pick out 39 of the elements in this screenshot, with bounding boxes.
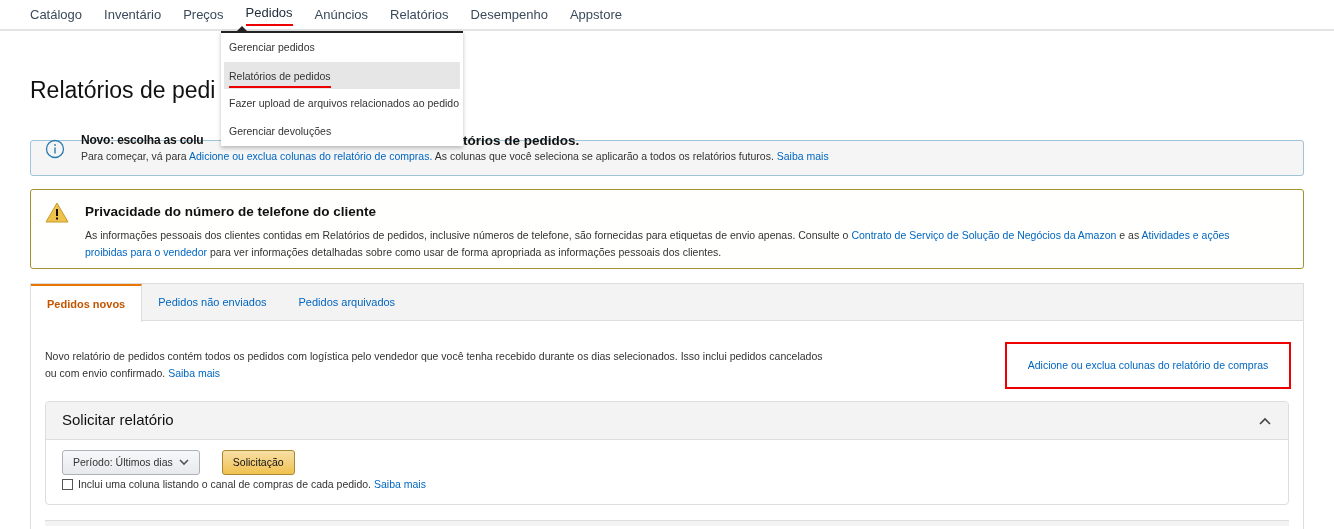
- learn-more-link[interactable]: Saiba mais: [776, 150, 829, 162]
- nav-tab[interactable]: Catálogo: [30, 4, 83, 25]
- report-tab[interactable]: Pedidos novos: [31, 284, 143, 322]
- report-tab[interactable]: Pedidos arquivados: [282, 284, 412, 321]
- menu-item[interactable]: Gerenciar devoluções: [224, 118, 460, 145]
- prohibited-activities-link[interactable]: proibidas para o vendedor: [85, 246, 207, 259]
- page-title: Relatórios de pedi: [30, 76, 216, 103]
- period-dropdown[interactable]: Período: Últimos dias: [62, 450, 200, 475]
- nav-tab[interactable]: Relatórios: [390, 4, 449, 25]
- columns-link[interactable]: Adicione ou exclua colunas do relatório de compras.: [189, 150, 433, 162]
- request-button[interactable]: Solicitação: [221, 450, 295, 475]
- checkbox-label: Inclui uma coluna listando o canal de compras de cada pedido. Saiba mais: [78, 477, 426, 492]
- nav-tab[interactable]: Preços: [183, 4, 224, 25]
- info-icon: [45, 139, 65, 159]
- nav-tab[interactable]: Appstore: [569, 4, 622, 25]
- description-text: Novo relatório de pedidos contém todos os pedidos com logística pelo vendedor que você tenha recebido durante os dias selecionados. Isso inclui pedidos cancelados ou com envio confirmado. Saiba mais: [45, 349, 824, 381]
- nav-tab[interactable]: Desempenho: [470, 4, 548, 25]
- warning-icon: [45, 202, 69, 223]
- channel-checkbox[interactable]: [62, 479, 73, 491]
- warning-title: Privacidade do número de telefone do cliente: [85, 203, 378, 221]
- nav-tab[interactable]: Anúncios: [314, 4, 369, 25]
- agreement-link[interactable]: Contrato de Serviço de Solução de Negócios da Amazon: [851, 229, 1117, 242]
- warning-text: As informações pessoais dos clientes contidas em Relatórios de pedidos, inclusive números de telefone, são fornecidas para etiquetas de envio apenas. Consulte o Contrato de Serviço de Solução de Negócios da Amazon e as Atividades e ações proibidas para o vendedor para ver informações detalhadas sobre como usar de forma apropriada as informações pessoais dos clientes.: [85, 228, 1231, 261]
- nav-tab[interactable]: Inventário: [104, 4, 162, 25]
- report-tab[interactable]: Pedidos não enviados: [142, 284, 283, 321]
- banner-text: Para começar, vá para Adicione ou exclua colunas do relatório de compras. As colunas que você seleciona se aplicarão a todos os relatórios futuros. Saiba mais: [81, 149, 829, 164]
- panel-title: Solicitar relatório: [62, 410, 174, 431]
- learn-more-link[interactable]: Saiba mais: [168, 367, 221, 379]
- prohibited-activities-link[interactable]: Atividades e ações: [1141, 229, 1230, 242]
- chevron-down-icon: [178, 459, 189, 466]
- menu-item[interactable]: Fazer upload de arquivos relacionados ao pedido: [224, 90, 460, 117]
- banner-title: Novo: escolha as colu: [81, 132, 204, 143]
- nav-tab[interactable]: Pedidos: [245, 3, 293, 26]
- banner-title: tórios de pedidos.: [463, 132, 580, 150]
- columns-link[interactable]: Adicione ou exclua colunas do relatório de compras: [1027, 357, 1269, 374]
- menu-item[interactable]: Relatórios de pedidos: [224, 62, 460, 89]
- collapse-icon[interactable]: [1258, 415, 1272, 426]
- learn-more-link[interactable]: Saiba mais: [373, 478, 426, 490]
- menu-item[interactable]: Gerenciar pedidos: [224, 34, 460, 61]
